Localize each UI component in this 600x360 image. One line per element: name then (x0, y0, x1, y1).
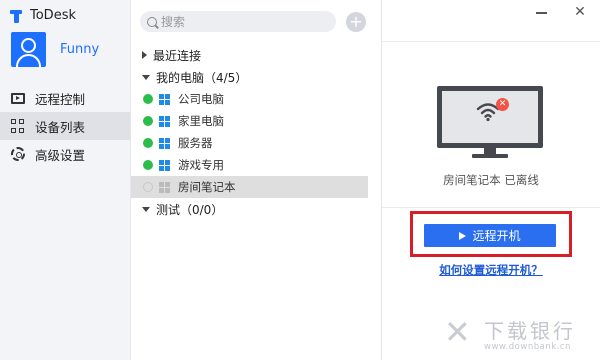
caret-right-icon (142, 51, 147, 59)
device-name: 家里电脑 (178, 114, 224, 128)
gear-icon (11, 147, 25, 161)
sidebar-item-device-list[interactable]: 设备列表 (0, 112, 130, 140)
watermark-url: www.downbank.cn (484, 342, 571, 352)
sidebar-item-label: 设备列表 (35, 119, 86, 135)
offline-monitor-illustration: ✕ (437, 86, 543, 160)
caret-down-icon (142, 206, 150, 212)
device-item[interactable]: 家里电脑 (131, 110, 368, 132)
remote-wake-label: 远程开机 (472, 229, 521, 243)
device-item[interactable]: 游戏专用 (131, 154, 368, 176)
device-name: 服务器 (178, 136, 213, 150)
play-icon (459, 231, 467, 240)
avatar[interactable] (11, 32, 46, 67)
search-input[interactable] (161, 14, 321, 29)
search-box[interactable] (140, 11, 336, 32)
device-name: 房间笔记本 (178, 180, 236, 194)
username: Funny (60, 42, 100, 57)
online-status-icon (143, 160, 153, 170)
group-label: 测试（0/0） (156, 202, 224, 217)
sidebar-nav: 远程控制 设备列表 高级设置 (0, 84, 130, 168)
device-item-selected[interactable]: 房间笔记本 (131, 176, 368, 198)
divider (382, 207, 600, 208)
windows-icon (159, 93, 170, 105)
windows-icon (159, 137, 170, 149)
sidebar-item-advanced-settings[interactable]: 高级设置 (0, 140, 130, 168)
caret-down-icon (142, 74, 150, 80)
remote-wake-help-link[interactable]: 如何设置远程开机？ (382, 262, 600, 278)
device-detail-panel: ✕ ✕ 房间笔记本 已离线 远程开机 如何设置远程开机？ ✕ 下载银行 www.… (382, 0, 600, 360)
offline-badge-icon: ✕ (496, 98, 509, 111)
windows-icon (159, 181, 170, 193)
device-item[interactable]: 公司电脑 (131, 88, 368, 110)
watermark: ✕ 下载银行 www.downbank.cn (442, 312, 597, 356)
group-test[interactable]: 测试（0/0） (131, 198, 382, 220)
device-item[interactable]: 服务器 (131, 132, 368, 154)
offline-status-icon (143, 182, 153, 192)
device-status-text: 房间笔记本 已离线 (443, 173, 539, 187)
todesk-logo-icon (10, 9, 24, 23)
window-controls: ✕ (382, 0, 600, 42)
device-name: 游戏专用 (178, 158, 224, 172)
online-status-icon (143, 138, 153, 148)
remote-control-icon (11, 92, 25, 104)
close-icon[interactable]: ✕ (572, 4, 588, 20)
add-device-button[interactable]: + (346, 12, 366, 32)
watermark-logo-icon: ✕ (444, 313, 471, 351)
online-status-icon (143, 94, 153, 104)
app-title: ToDesk (30, 8, 76, 23)
app-brand: ToDesk (10, 8, 76, 23)
user-profile[interactable]: Funny (11, 32, 99, 67)
remote-wake-button[interactable]: 远程开机 (424, 224, 556, 247)
sidebar-item-label: 高级设置 (35, 147, 86, 163)
sidebar-item-label: 远程控制 (35, 91, 86, 107)
group-label: 最近连接 (153, 48, 202, 63)
device-tree: 最近连接 我的电脑（4/5） 公司电脑 家里电脑 服务器 游戏专用 房间笔记本 … (131, 44, 382, 220)
online-status-icon (143, 116, 153, 126)
device-list-panel: + 最近连接 我的电脑（4/5） 公司电脑 家里电脑 服务器 游戏专 (131, 0, 382, 360)
search-icon (147, 16, 157, 27)
device-list-icon (11, 119, 25, 133)
watermark-name: 下载银行 (484, 319, 576, 343)
windows-icon (159, 115, 170, 127)
sidebar-item-remote-control[interactable]: 远程控制 (0, 84, 130, 112)
device-name: 公司电脑 (178, 92, 224, 106)
sidebar: ToDesk Funny 远程控制 设备列表 高级设置 (0, 0, 131, 360)
group-recent[interactable]: 最近连接 (131, 44, 382, 66)
group-label: 我的电脑（4/5） (156, 70, 248, 85)
group-my-computers[interactable]: 我的电脑（4/5） (131, 66, 382, 88)
windows-icon (159, 159, 170, 171)
minimize-icon[interactable] (534, 4, 550, 20)
